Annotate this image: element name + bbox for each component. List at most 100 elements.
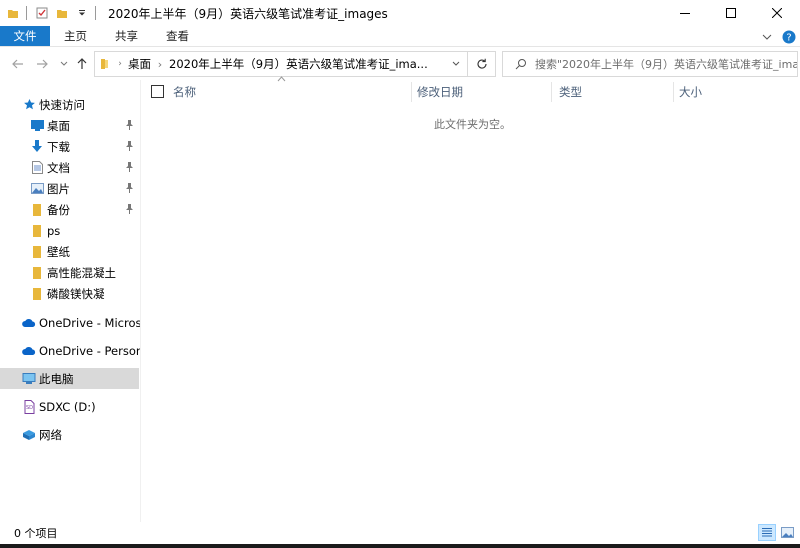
svg-text:?: ?: [786, 32, 791, 43]
address-bar[interactable]: › 桌面 › 2020年上半年（9月）英语六级笔试准考证_ima...: [94, 51, 496, 77]
close-icon: [772, 8, 782, 18]
ribbon-tabs: 文件 主页 共享 查看 ?: [0, 26, 800, 47]
pin-icon[interactable]: [125, 162, 134, 172]
sidebar-item-label: 网络: [39, 427, 62, 442]
customize-toolbar-icon[interactable]: [75, 6, 89, 20]
pin-icon[interactable]: [125, 141, 134, 151]
back-button[interactable]: [10, 56, 26, 72]
sidebar-item-downloads[interactable]: 下载: [0, 136, 140, 157]
refresh-button[interactable]: [467, 52, 495, 76]
sidebar-item-label: 备份: [47, 202, 70, 217]
arrow-right-icon: [37, 59, 48, 69]
expand-ribbon-button[interactable]: [756, 26, 778, 47]
breadcrumb-current-folder[interactable]: 2020年上半年（9月）英语六级笔试准考证_ima...: [169, 56, 428, 72]
folder-icon: [30, 266, 44, 280]
sidebar-item-network[interactable]: 网络: [0, 424, 140, 445]
new-folder-icon[interactable]: [55, 6, 69, 20]
up-button[interactable]: [74, 56, 90, 72]
breadcrumb-desktop[interactable]: 桌面: [128, 56, 151, 72]
sidebar-item-onedrive-microsoft[interactable]: OneDrive - Microsoft: [0, 312, 140, 333]
search-box[interactable]: 搜索"2020年上半年（9月）英语六级笔试准考证_ima...: [502, 51, 798, 77]
sidebar-item-pictures[interactable]: 图片: [0, 178, 140, 199]
chevron-down-icon: [60, 61, 68, 66]
sidebar-item-magnesium-phosphate[interactable]: 磷酸镁快凝: [0, 283, 140, 304]
pin-icon[interactable]: [125, 120, 134, 130]
column-date-modified[interactable]: 修改日期: [411, 80, 551, 104]
large-icons-view-icon: [780, 527, 794, 538]
sidebar-item-desktop[interactable]: 桌面: [0, 115, 140, 136]
sidebar-item-label: 快速访问: [39, 97, 85, 112]
star-icon: [22, 98, 36, 112]
sidebar-item-label: 磷酸镁快凝: [47, 286, 105, 301]
document-icon: [30, 161, 44, 175]
onedrive-icon: [22, 344, 36, 358]
arrow-up-icon: [77, 58, 87, 69]
sidebar-item-this-pc[interactable]: 此电脑: [0, 368, 139, 389]
onedrive-icon: [22, 316, 36, 330]
properties-icon[interactable]: [35, 6, 49, 20]
minimize-icon: [680, 13, 690, 14]
sidebar-item-label: 此电脑: [39, 371, 74, 386]
sidebar-item-backup[interactable]: 备份: [0, 199, 140, 220]
empty-folder-message: 此文件夹为空。: [141, 116, 800, 132]
window-controls: [662, 0, 800, 26]
download-icon: [30, 140, 44, 154]
forward-button[interactable]: [34, 56, 50, 72]
item-count: 0 个项目: [14, 527, 58, 540]
toolbar-separator: [95, 6, 96, 20]
ribbon-right-controls: ?: [756, 26, 800, 47]
navigation-pane: 快速访问 桌面 下载 文档 图片 备份 ps 壁纸 高性能混凝土 磷酸镁快凝 O…: [0, 80, 140, 522]
maximize-button[interactable]: [708, 0, 754, 26]
search-input[interactable]: 搜索"2020年上半年（9月）英语六级笔试准考证_ima...: [535, 56, 797, 72]
sidebar-item-high-performance-concrete[interactable]: 高性能混凝土: [0, 262, 140, 283]
folder-icon: [30, 245, 44, 259]
column-type[interactable]: 类型: [553, 80, 673, 104]
folder-icon: [30, 203, 44, 217]
large-icons-view-button[interactable]: [778, 524, 796, 541]
chevron-down-icon: [762, 34, 772, 40]
sidebar-item-label: SDXC (D:): [39, 399, 96, 414]
sidebar-item-wallpaper[interactable]: 壁纸: [0, 241, 140, 262]
folder-icon: [98, 57, 112, 71]
column-header-row: 名称 修改日期 类型 大小: [141, 76, 800, 104]
sidebar-item-onedrive-personal[interactable]: OneDrive - Personal: [0, 340, 140, 361]
maximize-icon: [726, 8, 736, 18]
sidebar-item-quick-access[interactable]: 快速访问: [0, 94, 140, 115]
chevron-down-icon: [452, 61, 460, 66]
help-button[interactable]: ?: [778, 26, 800, 47]
sidebar-item-label: 图片: [47, 181, 70, 196]
sidebar-item-documents[interactable]: 文档: [0, 157, 140, 178]
pin-icon[interactable]: [125, 204, 134, 214]
address-dropdown-button[interactable]: [447, 52, 465, 76]
address-row: › 桌面 › 2020年上半年（9月）英语六级笔试准考证_ima... 搜索"2…: [0, 48, 800, 79]
close-button[interactable]: [754, 0, 800, 26]
folder-icon: [6, 6, 20, 20]
tab-view[interactable]: 查看: [152, 26, 203, 46]
taskbar-edge: [0, 544, 800, 548]
pin-icon[interactable]: [125, 183, 134, 193]
details-view-button[interactable]: [758, 524, 776, 541]
view-switcher: [758, 524, 796, 541]
sidebar-item-label: OneDrive - Personal: [39, 343, 140, 358]
select-all-checkbox[interactable]: [151, 85, 164, 98]
tab-file[interactable]: 文件: [0, 26, 50, 46]
minimize-button[interactable]: [662, 0, 708, 26]
tab-home[interactable]: 主页: [50, 26, 101, 46]
window-title: 2020年上半年（9月）英语六级笔试准考证_images: [108, 6, 388, 21]
sidebar-item-ps[interactable]: ps: [0, 220, 140, 241]
column-name[interactable]: 名称: [167, 80, 407, 104]
sidebar-item-label: 文档: [47, 160, 70, 175]
column-separator[interactable]: [551, 82, 552, 102]
column-size[interactable]: 大小: [673, 80, 793, 104]
sidebar-item-sdxc[interactable]: SD SDXC (D:): [0, 396, 140, 417]
recent-locations-button[interactable]: [56, 56, 72, 72]
details-view-icon: [762, 528, 772, 537]
tab-share[interactable]: 共享: [101, 26, 152, 46]
sidebar-item-label: 下载: [47, 139, 70, 154]
status-bar: 0 个项目: [0, 522, 800, 544]
refresh-icon: [476, 58, 487, 69]
folder-icon: [30, 224, 44, 238]
search-icon: [513, 56, 529, 72]
sidebar-item-label: 壁纸: [47, 244, 70, 259]
computer-icon: [22, 372, 36, 386]
